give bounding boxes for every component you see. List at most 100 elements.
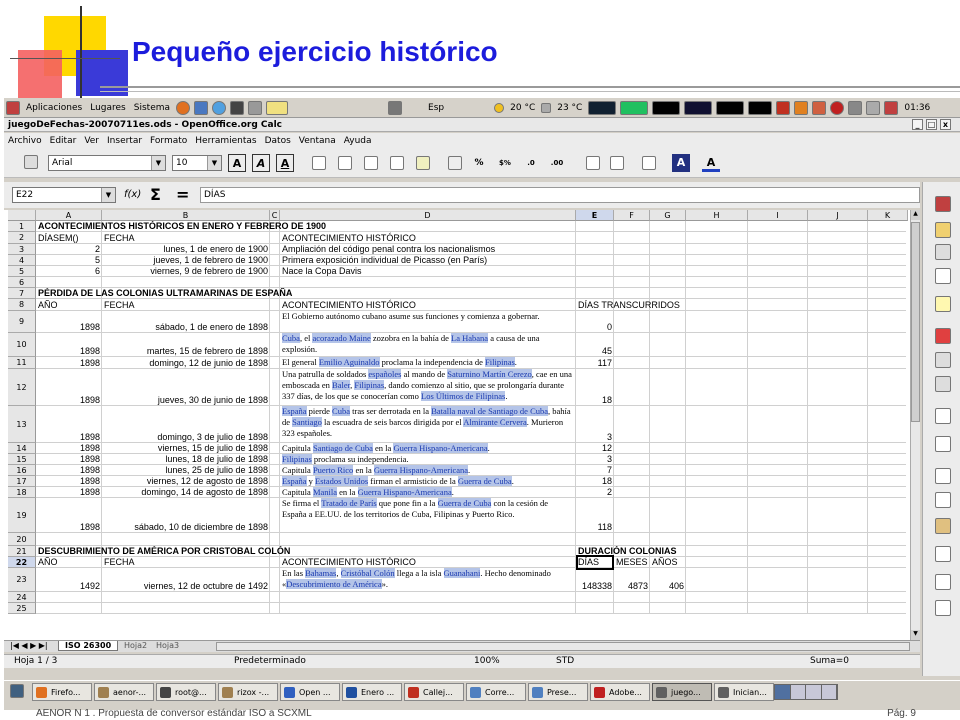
font-color-icon[interactable]: A — [702, 154, 720, 172]
cell[interactable]: DÍASEM() — [38, 232, 100, 244]
cell[interactable]: viernes, 9 de febrero de 1900 — [104, 266, 268, 277]
spellcheck-icon[interactable] — [935, 408, 951, 424]
merge-cells-icon[interactable] — [416, 156, 430, 170]
copy-icon[interactable] — [935, 492, 951, 508]
event-text[interactable]: Filipinas proclama su independencia. — [282, 454, 574, 465]
event-text[interactable]: En las Bahamas, Cristóbal Colón llega a … — [282, 568, 574, 592]
cell[interactable]: jueves, 30 de junio de 1898 — [104, 369, 268, 406]
open-icon[interactable] — [935, 222, 951, 238]
event-text[interactable]: El Gobierno autónomo cubano asume sus fu… — [282, 311, 574, 333]
clock[interactable]: 01:36 — [900, 103, 934, 113]
cell[interactable]: lunes, 25 de julio de 1898 — [104, 465, 268, 476]
cell[interactable]: 1492 — [38, 568, 100, 592]
menu-item-8[interactable]: Ayuda — [340, 136, 376, 146]
cell[interactable]: 2 — [578, 487, 612, 498]
cell[interactable]: domingo, 12 de junio de 1898 — [104, 357, 268, 369]
add-decimal-icon[interactable]: .0 — [522, 154, 540, 172]
cell[interactable]: 1898 — [38, 454, 100, 465]
row-header-15[interactable]: 15 — [8, 454, 36, 465]
cell[interactable]: 1898 — [38, 476, 100, 487]
edit-file-icon[interactable] — [935, 296, 951, 312]
section-title[interactable]: ACONTECIMIENTOS HISTÓRICOS EN ENERO Y FE… — [38, 221, 574, 232]
event-text[interactable]: España pierde Cuba tras ser derrotada en… — [282, 406, 574, 443]
cell[interactable]: 117 — [578, 357, 612, 369]
cell[interactable]: viernes, 12 de agosto de 1898 — [104, 476, 268, 487]
select-all-corner[interactable] — [8, 210, 36, 221]
cell[interactable]: Nace la Copa Davis — [282, 266, 574, 277]
scroll-down-button[interactable]: ▼ — [911, 630, 920, 640]
cell[interactable]: AÑOS — [652, 557, 684, 568]
cell[interactable]: jueves, 1 de febrero de 1900 — [104, 255, 268, 266]
align-right-icon[interactable] — [364, 156, 378, 170]
cell[interactable]: 4873 — [616, 568, 648, 592]
cell[interactable]: DÍAS TRANSCURRIDOS — [578, 299, 684, 311]
cell[interactable]: 3 — [578, 406, 612, 443]
cell[interactable]: ACONTECIMIENTO HISTÓRICO — [282, 232, 574, 244]
cell[interactable]: 1898 — [38, 443, 100, 454]
cell[interactable]: FECHA — [104, 232, 268, 244]
menu-item-1[interactable]: Editar — [46, 136, 81, 146]
show-desktop-icon[interactable] — [10, 684, 24, 698]
print-preview-icon[interactable] — [935, 376, 951, 392]
row-header-11[interactable]: 11 — [8, 357, 36, 369]
cell[interactable]: 1898 — [38, 369, 100, 406]
autospell-icon[interactable] — [935, 436, 951, 452]
col-header-j[interactable]: J — [808, 210, 868, 221]
italic-icon[interactable]: A — [252, 154, 270, 172]
spreadsheet-grid[interactable]: A B C D E F G H I J K 1 2 3 4 5 6 7 8 9 10 11 12 13 14 15 16 17 18 19… — [4, 210, 920, 640]
col-header-i[interactable]: I — [748, 210, 808, 221]
function-wizard-icon[interactable]: f(x) — [124, 189, 141, 200]
cell[interactable]: 7 — [578, 465, 612, 476]
cell[interactable]: 2 — [38, 244, 100, 255]
terminal-icon[interactable] — [230, 100, 245, 115]
menu-item-0[interactable]: Archivo — [4, 136, 46, 146]
row-header-4[interactable]: 4 — [8, 255, 36, 266]
tab-nav-first[interactable]: |◀ ◀ ▶ ▶| — [10, 641, 48, 650]
menu-item-4[interactable]: Formato — [146, 136, 191, 146]
cell[interactable]: domingo, 14 de agosto de 1898 — [104, 487, 268, 498]
cell[interactable]: sábado, 1 de enero de 1898 — [104, 311, 268, 333]
cell[interactable]: lunes, 18 de julio de 1898 — [104, 454, 268, 465]
scroll-up-button[interactable]: ▲ — [911, 210, 920, 220]
row-header-21[interactable]: 21 — [8, 546, 36, 557]
horizontal-scrollbar[interactable] — [216, 642, 910, 651]
event-text[interactable]: Una patrulla de soldados españoles al ma… — [282, 369, 574, 406]
row-header-19[interactable]: 19 — [8, 498, 36, 533]
chevron-down-icon[interactable]: ▼ — [101, 188, 115, 202]
taskbar-button-9[interactable]: Adobe... — [590, 683, 650, 701]
navigator-icon[interactable] — [935, 196, 951, 212]
currency-icon[interactable] — [448, 156, 462, 170]
row-header-6[interactable]: 6 — [8, 277, 36, 288]
tray-icon-1[interactable] — [794, 100, 809, 115]
cell[interactable]: lunes, 1 de enero de 1900 — [104, 244, 268, 255]
taskbar-button-6[interactable]: Callej... — [404, 683, 464, 701]
cell[interactable]: 1898 — [38, 311, 100, 333]
chevron-down-icon[interactable]: ▼ — [151, 156, 165, 170]
row-header-23[interactable]: 23 — [8, 568, 36, 592]
cell[interactable]: ACONTECIMIENTO HISTÓRICO — [282, 299, 574, 311]
row-header-18[interactable]: 18 — [8, 487, 36, 498]
menu-item-7[interactable]: Ventana — [295, 136, 340, 146]
cell[interactable]: martes, 15 de febrero de 1898 — [104, 333, 268, 357]
taskbar-button-3[interactable]: rizox -... — [218, 683, 278, 701]
cell[interactable]: AÑO — [38, 557, 100, 568]
row-header-16[interactable]: 16 — [8, 465, 36, 476]
cell[interactable]: MESES — [616, 557, 648, 568]
background-color-icon[interactable]: A — [672, 154, 690, 172]
taskbar-button-2[interactable]: root@... — [156, 683, 216, 701]
row-header-20[interactable]: 20 — [8, 533, 36, 546]
col-header-g[interactable]: G — [650, 210, 686, 221]
scroll-thumb[interactable] — [911, 222, 920, 422]
indent-icon[interactable] — [610, 156, 624, 170]
camera-icon[interactable] — [388, 100, 403, 115]
close-icon[interactable]: x — [940, 119, 951, 130]
font-size-combo[interactable]: 10 ▼ — [172, 155, 222, 171]
tab-iso-26300[interactable]: ISO 26300 — [58, 641, 119, 651]
cell[interactable]: 1898 — [38, 487, 100, 498]
font-name-combo[interactable]: Arial ▼ — [48, 155, 166, 171]
undo-icon[interactable] — [935, 574, 951, 590]
menu-applications[interactable]: Aplicaciones — [22, 103, 86, 113]
remove-decimal-icon[interactable]: .00 — [548, 154, 566, 172]
cell[interactable]: 18 — [578, 476, 612, 487]
paste-icon[interactable] — [935, 518, 951, 534]
